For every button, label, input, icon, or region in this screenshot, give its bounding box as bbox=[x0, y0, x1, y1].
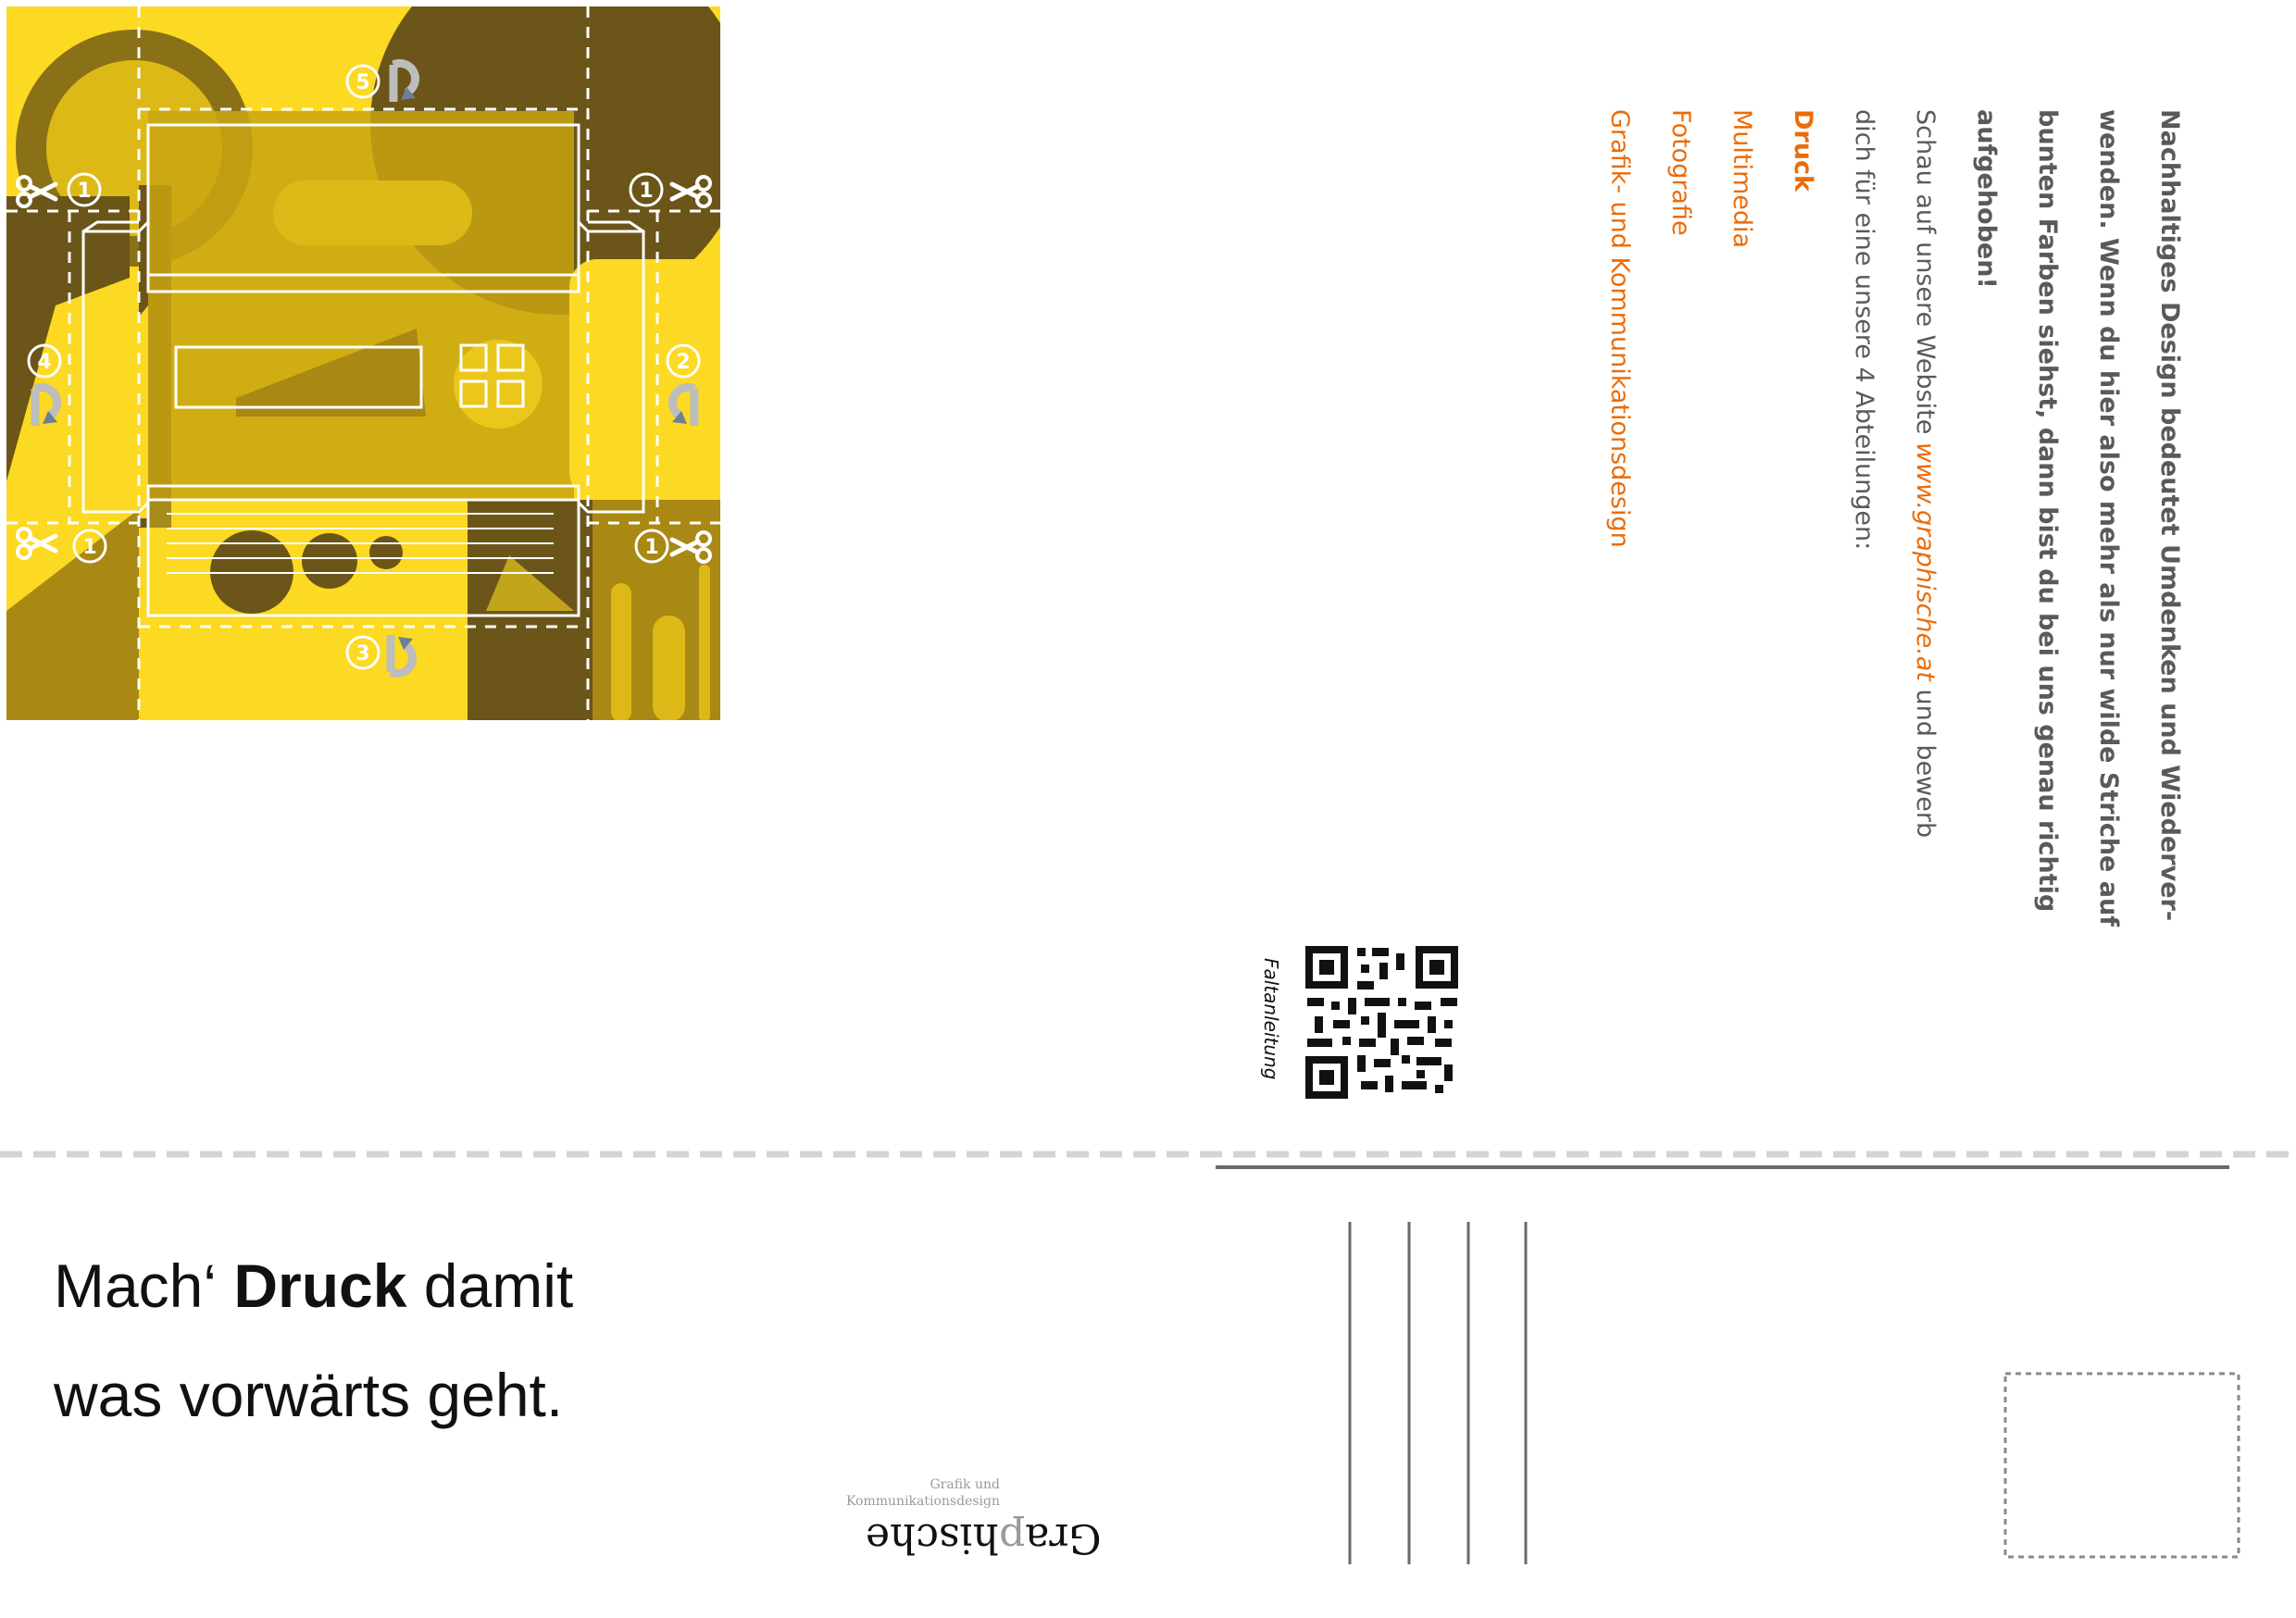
step-number: 4 bbox=[37, 351, 51, 374]
website-link[interactable]: www.graphische.at bbox=[1911, 442, 1940, 681]
slogan-post: damit bbox=[406, 1251, 574, 1320]
slogan-pre: Mach‘ bbox=[54, 1251, 234, 1320]
qr-label: Faltanleitung bbox=[1260, 958, 1282, 1080]
slogan-line-2: was vorwärts geht. bbox=[54, 1361, 564, 1429]
step-number: 3 bbox=[356, 642, 369, 666]
address-lines bbox=[1348, 1222, 1528, 1564]
logo-wordmark: Graphische bbox=[866, 1514, 1102, 1562]
slogan-line-1: Mach‘ Druck damit bbox=[54, 1231, 573, 1340]
department-druck: Druck bbox=[1789, 109, 1817, 192]
info-text-block: Nachhaltiges Design bedeutet Umdenken un… bbox=[1589, 109, 2200, 927]
website-line-1: Schau auf unsere Website www.graphische.… bbox=[1894, 109, 1955, 927]
logo-word-b: p bbox=[999, 1514, 1026, 1562]
step-number: 1 bbox=[639, 180, 653, 203]
intro-line-1: Nachhaltiges Design bedeutet Umdenken un… bbox=[2155, 109, 2184, 922]
step-number: 5 bbox=[356, 71, 369, 94]
slogan: Mach‘ Druck damit was vorwärts geht. bbox=[54, 1231, 573, 1450]
website-post: und bewerb bbox=[1911, 680, 1940, 839]
step-number: 1 bbox=[82, 536, 96, 559]
department-fotografie: Fotografie bbox=[1666, 109, 1695, 236]
slogan-bold: Druck bbox=[233, 1251, 407, 1320]
logo-subtitle-2: Kommunikationsdesign bbox=[845, 1494, 1000, 1509]
website-line-2: dich für eine unsere 4 Abteilungen: bbox=[1850, 109, 1878, 551]
logo-icon: Grafik und Kommunikationsdesign Graphisc… bbox=[815, 1477, 1102, 1562]
folding-artwork: 1 1 1 1 2 3 4 5 bbox=[6, 6, 720, 720]
logo-word-c: hische bbox=[866, 1514, 1000, 1562]
qr-code-icon[interactable] bbox=[1305, 946, 1458, 1099]
logo-word-a: Gra bbox=[1025, 1514, 1102, 1562]
intro-line-3: bunten Farben siehst, dann bist du bei u… bbox=[2033, 109, 2062, 913]
intro-line-4: aufgehoben! bbox=[1972, 109, 2001, 289]
website-pre: Schau auf unsere Website bbox=[1911, 109, 1940, 442]
stamp-box-icon bbox=[2003, 1372, 2240, 1559]
department-grafik: Grafik- und Kommunikationsdesign bbox=[1605, 109, 1634, 548]
intro-line-2: wenden. Wenn du hier also mehr als nur w… bbox=[2094, 109, 2123, 927]
step-number: 1 bbox=[77, 180, 91, 203]
department-multimedia: Multimedia bbox=[1728, 109, 1756, 249]
cut-line bbox=[0, 1151, 2296, 1169]
step-number: 2 bbox=[676, 351, 690, 374]
step-number: 1 bbox=[644, 536, 658, 559]
logo-subtitle-1: Grafik und bbox=[930, 1477, 1001, 1492]
